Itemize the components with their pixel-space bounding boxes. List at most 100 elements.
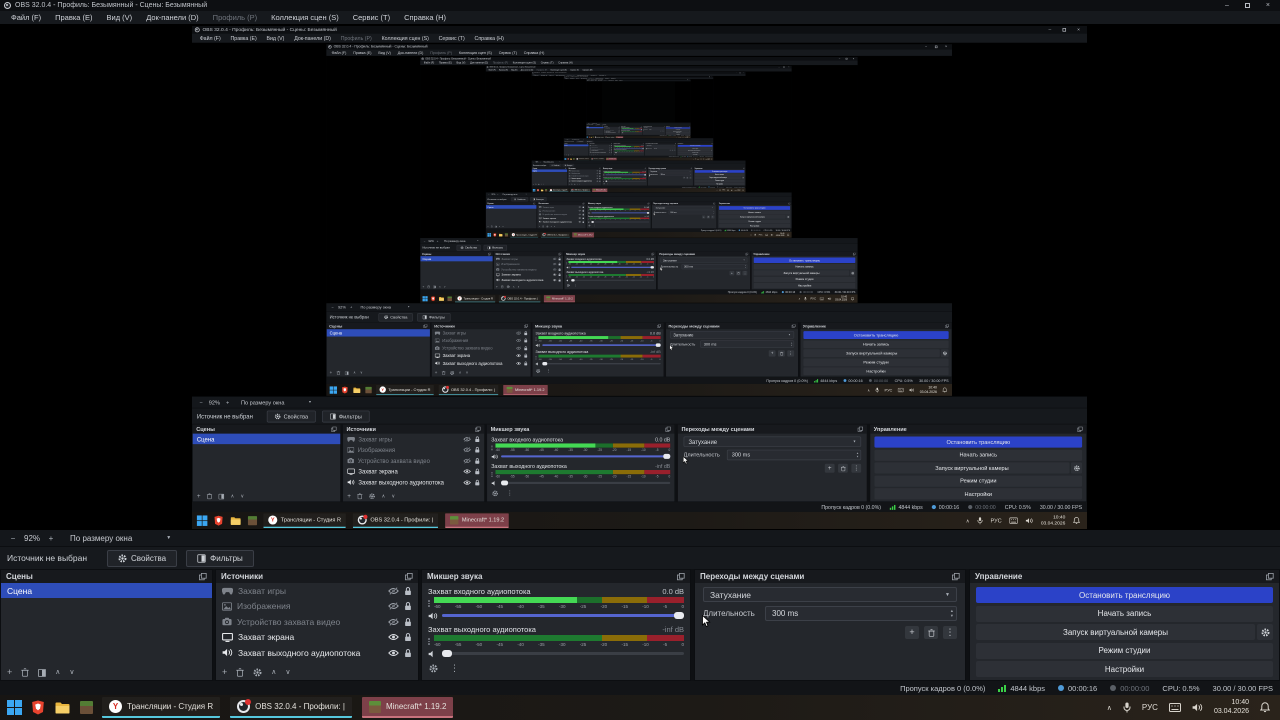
remove-source-button[interactable] (236, 668, 245, 677)
sources-dock-header[interactable]: Источники (216, 570, 418, 583)
menu-help[interactable]: Справка (H) (397, 13, 453, 22)
drag-grip-icon[interactable] (428, 597, 432, 610)
slider-handle[interactable] (674, 612, 684, 619)
move-scene-up-button[interactable]: ∧ (55, 669, 60, 676)
zoom-out-button[interactable]: − (8, 534, 18, 543)
tray-overflow-chevron[interactable]: ∧ (1107, 704, 1112, 712)
lock-icon[interactable] (404, 586, 412, 596)
start-button[interactable] (6, 700, 22, 716)
minecraft-launcher-icon[interactable] (78, 700, 94, 716)
dock-float-icon[interactable] (199, 572, 207, 581)
menu-docks[interactable]: Док-панели (D) (139, 13, 205, 22)
source-row-video-capture-device[interactable]: Устройство захвата видео (216, 614, 418, 630)
lock-icon[interactable] (404, 632, 412, 642)
transitions-dock-header[interactable]: Переходы между сценами (695, 570, 965, 583)
volume-slider[interactable] (442, 612, 684, 619)
menu-edit[interactable]: Правка (E) (48, 13, 99, 22)
move-source-up-button: ∧ (576, 183, 578, 185)
stop-streaming-button[interactable]: Остановить трансляцию (976, 587, 1273, 603)
transition-select[interactable]: Затухание ▼ (703, 587, 957, 602)
taskbar-clock[interactable]: 10:40 03.04.2026 (1214, 699, 1249, 717)
lock-icon[interactable] (404, 648, 412, 658)
menu-file[interactable]: Файл (F) (4, 13, 48, 22)
transition-menu-button[interactable]: ⋮ (943, 626, 957, 639)
mixer-channel-1-meter: -60-55-50-45-40-35-30-25-20-15-10-50 (603, 171, 646, 174)
source-row-game-capture[interactable]: Захват игры (216, 583, 418, 599)
language-indicator: РУС (697, 158, 700, 160)
zoom-level: 92% (428, 239, 434, 243)
dock-float-icon[interactable] (1266, 572, 1274, 581)
folder-icon (353, 387, 360, 393)
virtual-camera-settings-button[interactable] (1257, 624, 1273, 640)
eye-icon[interactable] (388, 633, 399, 641)
properties-button[interactable]: Свойства (107, 549, 178, 567)
menu-view[interactable]: Вид (V) (100, 13, 140, 22)
restore-icon[interactable] (1244, 3, 1250, 8)
add-transition-button[interactable]: + (905, 626, 919, 639)
move-source-up-button[interactable]: ∧ (271, 669, 276, 676)
microphone-icon[interactable] (1123, 702, 1131, 713)
controls-dock-header[interactable]: Управление (970, 570, 1279, 583)
source-row-image[interactable]: Изображения (216, 599, 418, 615)
file-explorer-icon[interactable] (54, 700, 70, 716)
fit-mode-dropdown[interactable]: По размеру окна ▼ (70, 534, 171, 543)
add-scene-button[interactable]: + (7, 668, 12, 677)
menu-scene-collection[interactable]: Коллекция сцен (S) (264, 13, 346, 22)
scene-filters-button[interactable] (38, 668, 47, 677)
stream-time-status: 00:00:16 (781, 291, 795, 294)
volume-icon (703, 158, 705, 160)
close-button[interactable]: × (1266, 2, 1270, 9)
lock-icon (599, 180, 601, 182)
filters-button[interactable]: Фильтры (186, 549, 254, 567)
eye-slash-icon[interactable] (388, 586, 399, 595)
menu-profile[interactable]: Профиль (P) (206, 13, 264, 22)
source-properties-button[interactable] (253, 668, 262, 677)
taskbar-button-obs[interactable]: OBS 32.0.4 - Профили: | (230, 697, 352, 718)
minimize-button[interactable]: – (1225, 2, 1229, 9)
speaker-muted-icon[interactable] (428, 650, 438, 658)
eye-slash-icon[interactable] (388, 602, 399, 611)
advanced-audio-icon[interactable] (429, 664, 438, 673)
source-row-audio-output-capture[interactable]: Захват выходного аудиопотока (216, 645, 418, 661)
move-scene-down-button[interactable]: ∨ (69, 669, 74, 676)
eye-slash-icon[interactable] (388, 617, 399, 626)
mixer-dock-header[interactable]: Микшер звука (422, 570, 690, 583)
meter-scale: -60-55-50-45-40-35-30-25-20-15-10-50 (538, 358, 661, 361)
menu-tools[interactable]: Сервис (T) (346, 13, 397, 22)
scene-item-selected[interactable]: Сцена (1, 583, 212, 598)
start-recording-button[interactable]: Начать запись (976, 605, 1273, 622)
browser-taskbar-icon[interactable] (30, 700, 46, 716)
slider-handle[interactable] (442, 650, 452, 657)
speaker-icon[interactable] (428, 612, 438, 620)
taskbar-button-minecraft[interactable]: Minecraft* 1.19.2 (361, 697, 454, 718)
add-source-button[interactable]: + (222, 668, 227, 677)
settings-button[interactable]: Настройки (976, 661, 1273, 677)
dock-float-icon[interactable] (677, 572, 685, 581)
touch-keyboard-icon[interactable] (1168, 703, 1181, 712)
eye-icon[interactable] (388, 649, 399, 657)
move-source-down-button[interactable]: ∨ (285, 669, 290, 676)
language-indicator[interactable]: РУС (1142, 703, 1158, 712)
remove-scene-button[interactable] (21, 668, 30, 677)
dock-float-icon[interactable] (405, 572, 413, 581)
notifications-bell-icon[interactable] (1260, 702, 1270, 713)
duration-input[interactable]: 300 ms ▴ ▾ (765, 606, 957, 621)
remove-transition-button[interactable] (924, 626, 938, 639)
studio-mode-button[interactable]: Режим студии (976, 642, 1273, 659)
taskbar-button-studio[interactable]: Y Трансляции - Студия R (102, 697, 221, 718)
spinner-arrows-icon[interactable]: ▴ ▾ (951, 607, 953, 620)
source-name: Захват игры (358, 435, 392, 443)
drag-grip-icon[interactable] (428, 635, 432, 648)
lock-icon[interactable] (404, 601, 412, 611)
fps-status: 30.00 / 30.00 FPS (834, 290, 856, 294)
zoom-in-button[interactable]: + (46, 534, 56, 543)
volume-icon[interactable] (1192, 703, 1203, 712)
lock-icon[interactable] (404, 617, 412, 627)
source-row-display-capture[interactable]: Захват экрана (216, 630, 418, 646)
mixer-menu-button[interactable]: ⋮ (450, 663, 459, 674)
preview-area[interactable]: OBS 32.0.4 - Профиль: Безымянный - Сцены… (0, 24, 1280, 530)
dock-float-icon[interactable] (952, 572, 960, 581)
volume-slider[interactable] (442, 650, 684, 657)
virtual-camera-button[interactable]: Запуск виртуальной камеры (976, 624, 1255, 640)
scenes-dock-header[interactable]: Сцены (1, 570, 212, 583)
